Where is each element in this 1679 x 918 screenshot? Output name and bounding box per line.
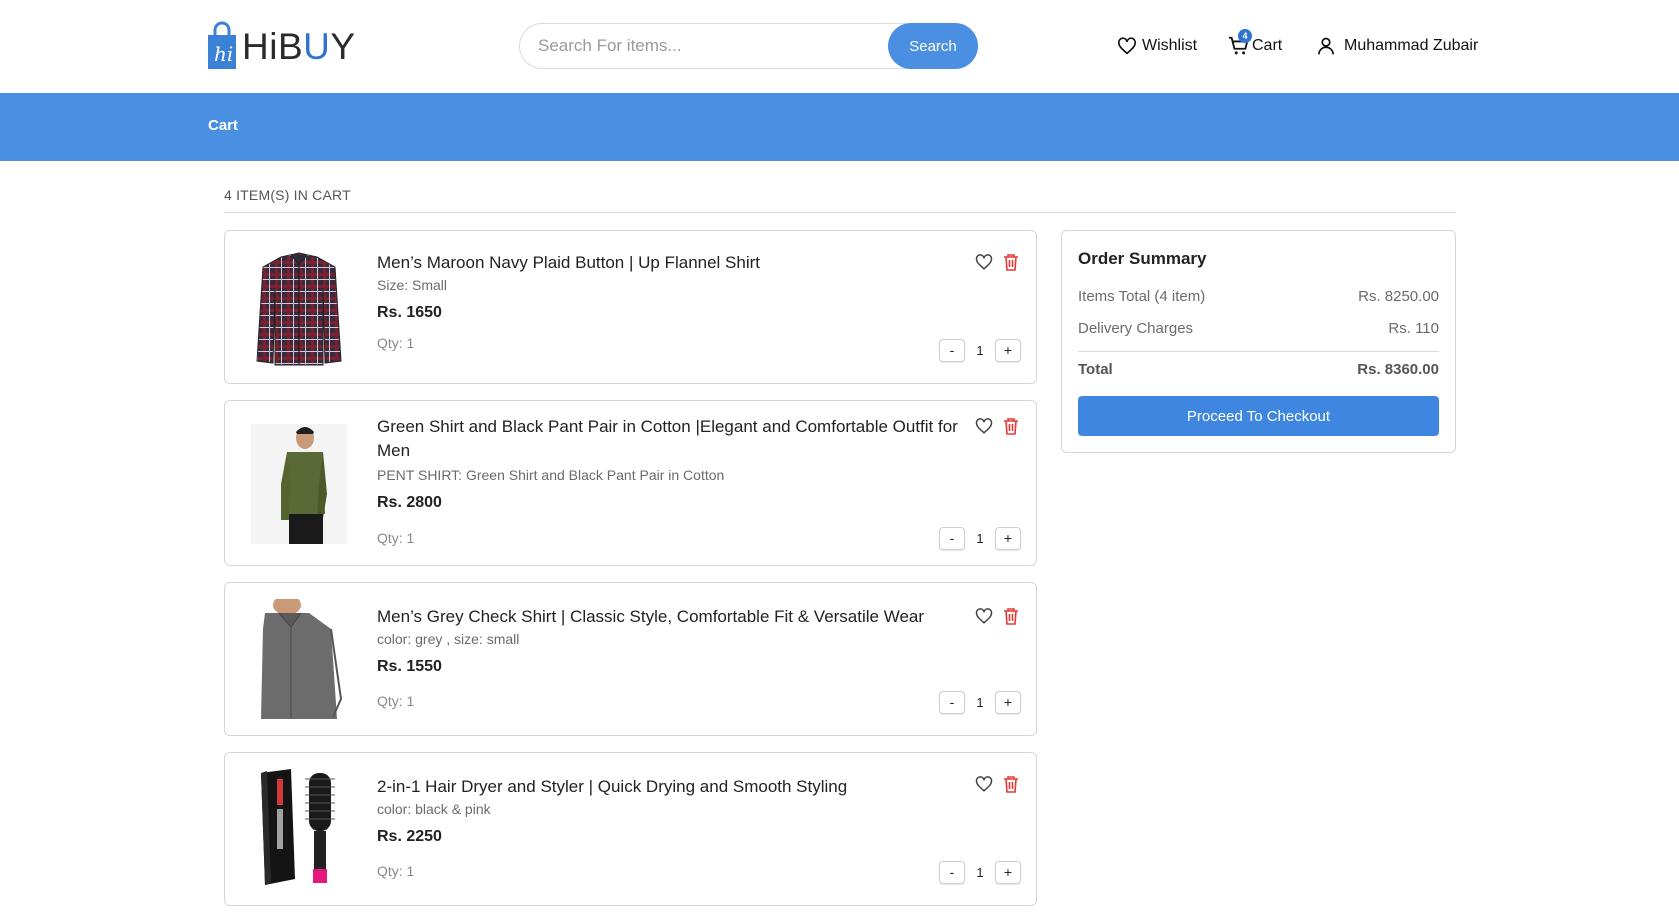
- item-variant: color: black & pink: [377, 801, 491, 817]
- item-price: Rs. 1650: [377, 304, 442, 321]
- search-input[interactable]: [536, 24, 836, 68]
- increase-qty-button[interactable]: +: [994, 338, 1021, 362]
- trash-icon[interactable]: [1003, 607, 1019, 625]
- increase-qty-button[interactable]: +: [994, 860, 1021, 884]
- search-button[interactable]: Search: [888, 23, 978, 69]
- heart-icon[interactable]: [975, 775, 993, 793]
- item-qty-label: Qty: 1: [377, 863, 415, 879]
- proceed-to-checkout-button[interactable]: Proceed To Checkout: [1078, 396, 1439, 436]
- page-title: Cart: [208, 117, 239, 134]
- decrease-qty-button[interactable]: -: [939, 526, 965, 550]
- items-total-row: Items Total (4 item) Rs. 8250.00: [1078, 288, 1439, 305]
- trash-icon[interactable]: [1003, 253, 1019, 271]
- cart-icon-wrap: 4: [1228, 29, 1252, 57]
- delivery-row: Delivery Charges Rs. 110: [1078, 320, 1439, 337]
- trash-icon[interactable]: [1003, 417, 1019, 435]
- total-label: Total: [1078, 361, 1113, 378]
- divider: [1078, 351, 1439, 352]
- item-title[interactable]: Green Shirt and Black Pant Pair in Cotto…: [377, 415, 967, 463]
- svg-text:hi: hi: [214, 42, 233, 66]
- decrease-qty-button[interactable]: -: [939, 860, 965, 884]
- quantity-stepper: - 1 +: [939, 526, 1021, 550]
- heart-icon: [1118, 37, 1136, 55]
- shopping-bag-logo-icon: hi: [208, 21, 236, 69]
- item-qty-label: Qty: 1: [377, 693, 415, 709]
- items-total-label: Items Total (4 item): [1078, 288, 1206, 305]
- order-summary: Order Summary Items Total (4 item) Rs. 8…: [1061, 230, 1456, 453]
- heart-icon[interactable]: [975, 417, 993, 435]
- items-total-value: Rs. 8250.00: [1358, 288, 1439, 305]
- cart-item-count: 4 ITEM(S) IN CART: [224, 187, 351, 203]
- user-name: Muhammad Zubair: [1344, 37, 1479, 54]
- user-account-link[interactable]: Muhammad Zubair: [1316, 33, 1478, 59]
- wishlist-label: Wishlist: [1142, 37, 1198, 54]
- plaid-shirt-image[interactable]: [251, 249, 347, 369]
- page-banner: Cart: [0, 93, 1679, 161]
- delivery-value: Rs. 110: [1388, 320, 1439, 337]
- hibuy-logo[interactable]: hi HiBUY: [206, 20, 356, 72]
- cart-item-card: Men’s Maroon Navy Plaid Button | Up Flan…: [224, 230, 1037, 384]
- total-row: Total Rs. 8360.00: [1078, 361, 1439, 378]
- item-price: Rs. 1550: [377, 658, 442, 675]
- increase-qty-button[interactable]: +: [994, 526, 1021, 550]
- cart-item-card: Green Shirt and Black Pant Pair in Cotto…: [224, 400, 1037, 566]
- user-icon: [1318, 37, 1334, 55]
- item-qty-label: Qty: 1: [377, 530, 415, 546]
- item-title[interactable]: 2-in-1 Hair Dryer and Styler | Quick Dry…: [377, 775, 967, 799]
- delivery-label: Delivery Charges: [1078, 320, 1194, 337]
- qty-value: 1: [976, 864, 984, 880]
- order-summary-title: Order Summary: [1078, 249, 1207, 268]
- item-variant: Size: Small: [377, 277, 448, 293]
- qty-value: 1: [976, 694, 984, 710]
- qty-value: 1: [976, 342, 984, 358]
- item-qty-label: Qty: 1: [377, 335, 415, 351]
- decrease-qty-button[interactable]: -: [939, 338, 965, 362]
- cart-item-card: 2-in-1 Hair Dryer and Styler | Quick Dry…: [224, 752, 1037, 906]
- decrease-qty-button[interactable]: -: [939, 690, 965, 714]
- item-title[interactable]: Men’s Maroon Navy Plaid Button | Up Flan…: [377, 251, 967, 275]
- green-shirt-model-image[interactable]: [251, 424, 347, 544]
- item-price: Rs. 2250: [377, 828, 442, 845]
- search-bar: Search: [519, 23, 978, 69]
- trash-icon[interactable]: [1003, 775, 1019, 793]
- total-value: Rs. 8360.00: [1357, 361, 1439, 378]
- cart-count-badge: 4: [1238, 29, 1252, 43]
- item-title[interactable]: Men’s Grey Check Shirt | Classic Style, …: [377, 605, 967, 629]
- increase-qty-button[interactable]: +: [994, 690, 1021, 714]
- grey-shirt-image[interactable]: [251, 599, 347, 719]
- cart-label: Cart: [1252, 37, 1283, 54]
- heart-icon[interactable]: [975, 607, 993, 625]
- wishlist-link[interactable]: Wishlist: [1117, 33, 1197, 59]
- quantity-stepper: - 1 +: [939, 338, 1021, 362]
- item-variant: color: grey , size: small: [377, 631, 520, 647]
- site-header: hi HiBUY Search Wishlist 4 Cart Muhammad…: [0, 0, 1679, 93]
- divider: [224, 212, 1456, 213]
- qty-value: 1: [976, 530, 984, 546]
- quantity-stepper: - 1 +: [939, 690, 1021, 714]
- item-variant: PENT SHIRT: Green Shirt and Black Pant P…: [377, 467, 725, 483]
- hair-dryer-image[interactable]: [251, 769, 347, 889]
- item-price: Rs. 2800: [377, 494, 442, 511]
- cart-item-card: Men’s Grey Check Shirt | Classic Style, …: [224, 582, 1037, 736]
- quantity-stepper: - 1 +: [939, 860, 1021, 884]
- heart-icon[interactable]: [975, 253, 993, 271]
- logo-wordmark: HiBUY: [242, 25, 356, 67]
- cart-link[interactable]: 4 Cart: [1228, 29, 1283, 59]
